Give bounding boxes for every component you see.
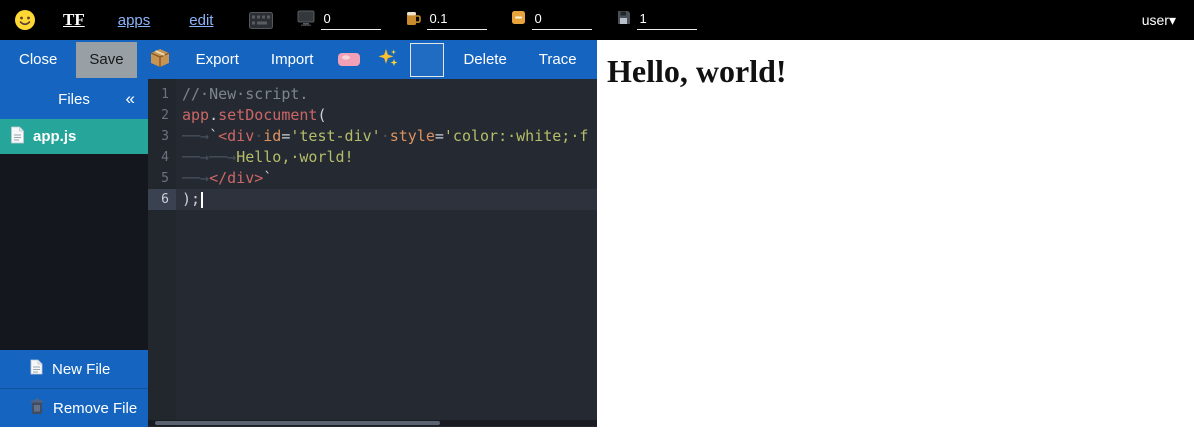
new-file-icon [30,359,43,379]
collapse-sidebar-button[interactable]: « [126,79,135,119]
file-icon [10,126,25,148]
line-number[interactable]: 1 [148,84,176,105]
blank-button[interactable] [410,43,444,77]
code-line: //·New·script. [176,84,597,105]
file-name: app.js [33,128,76,145]
code-token: 'color:·white;·f [444,127,589,145]
user-menu[interactable]: user▾ [1142,12,1176,29]
export-button[interactable]: Export [183,42,252,78]
beer-icon [405,10,421,31]
smiley-logo-icon[interactable] [14,9,36,31]
scrollbar-thumb[interactable] [155,421,440,425]
line-number[interactable]: 6 [148,189,176,210]
file-list-empty-area [0,154,148,350]
code-token: </div> [209,169,263,187]
code-line: ──→──→Hello,·world! [176,147,597,168]
code-token: id [263,127,281,145]
code-line: ──→`<div·id='test-div'·style='color:·whi… [176,126,597,147]
code-token: style [390,127,435,145]
code-editor[interactable]: 1//·New·script.2app.setDocument(3──→`<di… [148,79,597,427]
monitor-value-input[interactable] [321,11,381,30]
code-token: ` [209,127,218,145]
delete-button[interactable]: Delete [450,42,519,78]
keyboard-icon[interactable] [249,12,273,29]
topbar: TF apps edit user▾ [0,0,1194,40]
new-file-button[interactable]: New File [0,350,148,388]
file-item-appjs[interactable]: app.js [0,119,148,154]
trace-button[interactable]: Trace [526,42,590,78]
code-token: ); [182,190,200,208]
code-token: ──→ [182,169,209,187]
code-line: ──→</div>` [176,168,597,189]
code-token: · [381,127,390,145]
line-number[interactable]: 2 [148,105,176,126]
package-button[interactable] [143,42,177,78]
floppy-icon [616,10,631,30]
field-badge [511,10,592,30]
preview-pane: Hello, world! [597,40,1194,427]
soap-icon [337,49,361,71]
beer-value-input[interactable] [427,11,487,30]
code-token: ( [317,106,326,124]
editor-line[interactable]: 3──→`<div·id='test-div'·style='color:·wh… [148,126,597,147]
code-token: = [435,127,444,145]
editor-lines: 1//·New·script.2app.setDocument(3──→`<di… [148,79,597,210]
code-token: ──→──→ [182,148,236,166]
horizontal-scrollbar[interactable] [148,420,597,426]
field-monitor [297,10,381,31]
line-number[interactable]: 4 [148,147,176,168]
sparkles-icon [377,47,399,73]
badge-value-input[interactable] [532,11,592,30]
editor-line[interactable]: 6); [148,189,597,210]
field-beer [405,10,487,31]
text-cursor [201,192,203,208]
code-line: ); [176,189,597,210]
trash-icon [30,398,44,419]
editor-line[interactable]: 5──→</div>` [148,168,597,189]
close-button[interactable]: Close [6,42,70,78]
nav-link-edit[interactable]: edit [189,12,213,29]
floppy-value-input[interactable] [637,11,697,30]
editor-line[interactable]: 1 //·New·script. [148,84,597,105]
code-token: ` [263,169,272,187]
remove-file-button[interactable]: Remove File [0,388,148,427]
files-panel-header: Files « [0,79,148,119]
code-token: 'test-div' [290,127,380,145]
files-panel-title: Files [58,91,90,108]
nav-link-apps[interactable]: apps [118,12,151,29]
editor-line[interactable]: 4──→──→Hello,·world! [148,147,597,168]
new-file-label: New File [52,361,110,378]
code-token: setDocument [218,106,317,124]
save-button[interactable]: Save [76,42,136,78]
sparkles-button[interactable] [372,42,404,78]
monitor-icon [297,10,315,31]
code-token: app [182,106,209,124]
files-sidebar: Files « app.js New File Remove File [0,79,148,427]
brand-link[interactable]: TF [63,10,85,30]
code-token: <div [218,127,254,145]
code-token: //·New·script. [182,85,308,103]
code-token: · [254,127,263,145]
line-number[interactable]: 3 [148,126,176,147]
badge-icon [511,10,526,30]
field-floppy [616,10,697,30]
line-number[interactable]: 5 [148,168,176,189]
remove-file-label: Remove File [53,400,137,417]
editor-line[interactable]: 2app.setDocument( [148,105,597,126]
code-token: . [209,106,218,124]
code-token: Hello,·world! [236,148,353,166]
soap-button[interactable] [332,42,366,78]
code-line: app.setDocument( [176,105,597,126]
editor-toolbar: Close Save Export Import Delete Trace [0,40,597,79]
import-button[interactable]: Import [258,42,327,78]
package-icon [148,47,172,73]
preview-heading: Hello, world! [607,53,1194,90]
code-token: ──→ [182,127,209,145]
